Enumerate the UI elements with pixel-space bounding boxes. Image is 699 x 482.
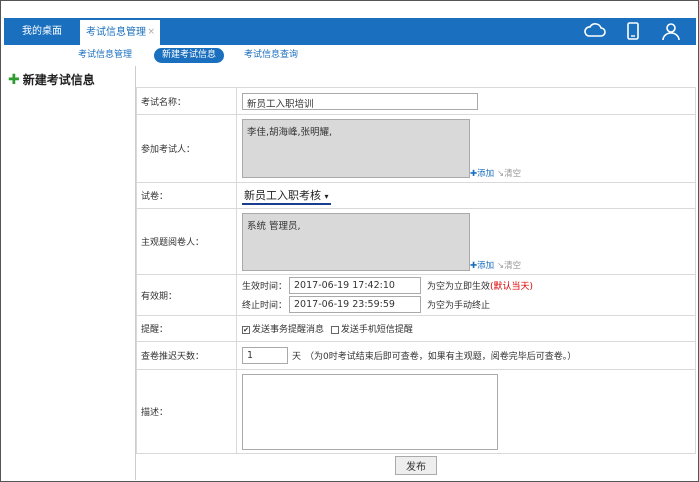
page-title: ✚ 新建考试信息 [8, 71, 95, 88]
remind-message-checkbox[interactable]: ✔ 发送事务提醒消息 [242, 325, 324, 335]
start-time-label: 生效时间： [242, 282, 288, 292]
description-textarea[interactable] [242, 373, 498, 450]
cloud-icon[interactable] [584, 21, 606, 41]
tab-exam-info-label: 考试信息管理 [86, 27, 146, 38]
start-time-hint: 为空为立即生效(默认当天) [427, 282, 534, 292]
end-time-label: 终止时间： [242, 301, 288, 311]
row-name: 考试名称： 新员工入职培训 [136, 87, 696, 115]
exam-form: 考试名称： 新员工入职培训 参加考试人： 李佳,胡海峰,张明耀, ✚添加 ↘清空… [136, 87, 696, 477]
end-time-input[interactable]: 2017-06-19 23:59:59 [289, 296, 422, 313]
row-paper: 试卷： 新员工入职考核 ▾ [136, 182, 696, 209]
delay-days-input[interactable]: 1 [242, 347, 288, 364]
period-label: 有效期： [136, 274, 237, 316]
subnav-exam-query[interactable]: 考试信息查询 [244, 48, 298, 63]
end-time-hint: 为空为手动终止 [427, 301, 491, 311]
description-label: 描述： [136, 369, 237, 454]
remind-sms-checkbox[interactable]: 发送手机短信提醒 [330, 325, 413, 335]
add-reviewer-link[interactable]: ✚添加 [470, 261, 494, 271]
clear-participant-link[interactable]: ↘清空 [497, 169, 521, 179]
name-label: 考试名称： [136, 87, 237, 115]
delay-hint: （为0时考试结束后即可查卷，如果有主观题，阅卷完毕后可查卷。） [305, 352, 577, 362]
row-submit: 发布 [137, 454, 696, 477]
mobile-icon[interactable] [622, 21, 644, 41]
participants-textarea[interactable]: 李佳,胡海峰,张明耀, [242, 119, 470, 178]
participants-label: 参加考试人： [136, 114, 237, 183]
page-title-text: 新建考试信息 [22, 73, 95, 87]
tab-home[interactable]: 我的桌面 [12, 18, 72, 45]
row-participants: 参加考试人： 李佳,胡海峰,张明耀, ✚添加 ↘清空 [136, 114, 696, 183]
paper-label: 试卷： [136, 182, 237, 209]
row-description: 描述： [136, 369, 696, 454]
add-participant-link[interactable]: ✚添加 [470, 169, 494, 179]
paper-select[interactable]: 新员工入职考核 ▾ [242, 187, 331, 205]
row-reviewer: 主观题阅卷人： 系统 管理员, ✚添加 ↘清空 [136, 208, 696, 275]
chevron-down-icon: ▾ [324, 191, 329, 201]
sub-navigation: 考试信息管理 新建考试信息 考试信息查询 [4, 45, 696, 66]
subnav-new-exam[interactable]: 新建考试信息 [154, 48, 225, 63]
close-icon[interactable]: × [147, 20, 155, 45]
reviewer-textarea[interactable]: 系统 管理员, [242, 212, 470, 271]
plus-icon: ✚ [8, 71, 20, 88]
delay-label: 查卷推迟天数： [136, 341, 237, 370]
publish-button[interactable]: 发布 [395, 455, 437, 475]
left-panel [4, 66, 136, 480]
participants-actions: ✚添加 ↘清空 [470, 167, 521, 179]
start-time-input[interactable]: 2017-06-19 17:42:10 [289, 277, 422, 294]
top-bar: 我的桌面 考试信息管理 × [4, 18, 696, 45]
delay-unit: 天 [292, 352, 302, 362]
exam-name-input[interactable]: 新员工入职培训 [242, 92, 478, 110]
user-icon[interactable] [660, 21, 682, 41]
tab-exam-info[interactable]: 考试信息管理 × [80, 20, 160, 45]
reviewer-label: 主观题阅卷人： [136, 208, 237, 275]
row-delay: 查卷推迟天数： 1 天 （为0时考试结束后即可查卷，如果有主观题，阅卷完毕后可查… [136, 341, 696, 370]
remind-label: 提醒： [136, 315, 237, 342]
reviewer-actions: ✚添加 ↘清空 [470, 259, 521, 271]
clear-reviewer-link[interactable]: ↘清空 [497, 261, 521, 271]
subnav-exam-manage[interactable]: 考试信息管理 [78, 48, 132, 63]
row-period: 有效期： 生效时间： 2017-06-19 17:42:10 为空为立即生效(默… [136, 274, 696, 316]
row-remind: 提醒： ✔ 发送事务提醒消息 发送手机短信提醒 [136, 315, 696, 342]
